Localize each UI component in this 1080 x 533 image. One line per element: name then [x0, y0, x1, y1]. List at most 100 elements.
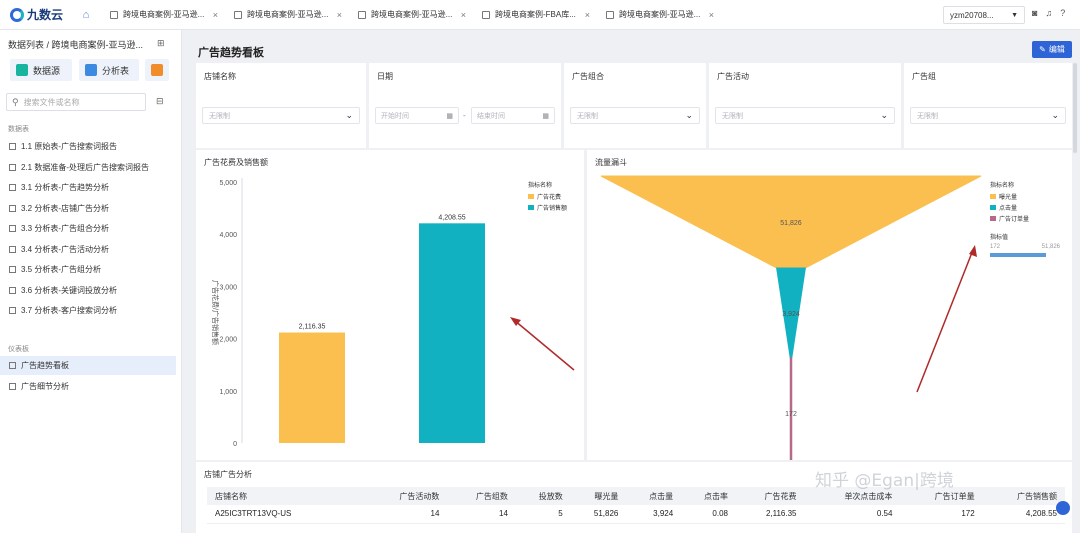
tab-5[interactable]: 跨境电商案例-亚马逊... ×	[598, 0, 722, 30]
sidebar-item-label: 2.1 数据准备-处理后广告搜索词报告	[21, 163, 150, 172]
store-dropdown[interactable]: 无限制 ⌄	[202, 107, 360, 124]
bell-icon[interactable]: ♫	[1045, 8, 1052, 18]
range-slider[interactable]	[990, 253, 1046, 257]
sidebar-item-3-6[interactable]: 3.6 分析表-关键词投放分析	[0, 281, 176, 300]
legend-item[interactable]: 广告销售额	[528, 203, 567, 212]
filter-icon[interactable]: ⊟	[156, 96, 164, 107]
sidebar-item-3-2[interactable]: 3.2 分析表-店铺广告分析	[0, 199, 176, 218]
breadcrumb[interactable]: 数据列表 / 跨境电商案例-亚马逊...	[8, 38, 143, 51]
chevron-down-icon: ▼	[1011, 11, 1018, 19]
dashboard-icon	[151, 64, 163, 76]
column-header[interactable]: 广告销售额	[982, 487, 1065, 505]
date-placeholder: 开始时间	[381, 112, 409, 120]
chevron-down-icon: ⌄	[1051, 110, 1059, 120]
help-icon[interactable]: ?	[1060, 8, 1065, 18]
file-icon	[482, 10, 490, 19]
sidebar-item-trend-dashboard[interactable]: 广告趋势看板	[0, 356, 176, 375]
collapse-sidebar-icon[interactable]: ⊞	[157, 38, 165, 49]
pencil-icon: ✎	[1039, 45, 1046, 54]
start-date-input[interactable]: 开始时间 ▦	[375, 107, 459, 124]
range-max: 51,826	[1041, 244, 1060, 250]
close-icon[interactable]: ×	[585, 10, 590, 20]
assistant-button[interactable]	[1056, 501, 1070, 515]
sidebar-item-3-4[interactable]: 3.4 分析表-广告活动分析	[0, 240, 176, 259]
legend-label: 曝光量	[999, 195, 1018, 201]
column-header[interactable]: 投放数	[515, 487, 571, 505]
y-tick-label: 2,000	[219, 337, 237, 344]
portfolio-dropdown[interactable]: 无限制 ⌄	[570, 107, 700, 124]
table-row[interactable]: A25IC3TRT13VQ-US 14 14 5 51,826 3,924 0.…	[207, 505, 1065, 524]
sidebar-item-3-1[interactable]: 3.1 分析表-广告趋势分析	[0, 178, 176, 197]
sidebar-item-1-1[interactable]: 1.1 原始表-广告搜索词报告	[0, 137, 176, 156]
analysis-button[interactable]: 分析表	[79, 59, 139, 81]
dashboard-icon	[9, 362, 16, 369]
column-header[interactable]: 店铺名称	[207, 487, 366, 505]
user-select[interactable]: yzm20708... ▼	[943, 6, 1025, 24]
date-separator: -	[463, 111, 466, 120]
close-icon[interactable]: ×	[213, 10, 218, 20]
file-icon	[234, 10, 242, 19]
table-cell: 4,208.55	[982, 505, 1065, 524]
table-cell: A25IC3TRT13VQ-US	[207, 505, 366, 524]
legend-item[interactable]: 广告订单量	[990, 214, 1060, 223]
column-header[interactable]: 曝光量	[570, 487, 627, 505]
tab-4[interactable]: 跨境电商案例-FBA库... ×	[474, 0, 598, 30]
sidebar-item-label: 3.2 分析表-店铺广告分析	[21, 204, 110, 213]
sidebar-item-3-3[interactable]: 3.3 分析表-广告组合分析	[0, 219, 176, 238]
legend-item[interactable]: 点击量	[990, 203, 1060, 212]
sidebar-item-detail-analysis[interactable]: 广告细节分析	[0, 377, 176, 396]
table-icon	[9, 164, 16, 171]
table-icon	[9, 184, 16, 191]
dropdown-placeholder: 无限制	[577, 112, 598, 120]
app-logo[interactable]: 九数云	[0, 6, 74, 23]
dashboard-button[interactable]	[145, 59, 169, 81]
table-icon	[9, 307, 16, 314]
close-icon[interactable]: ×	[461, 10, 466, 20]
table-cell: 14	[447, 505, 516, 524]
column-header[interactable]: 广告活动数	[365, 487, 448, 505]
bar-chart-panel: 广告花费及销售额 0 1,000 2,000 3,000 4,000 5,000 广告花费/…	[196, 150, 584, 460]
red-arrow	[916, 245, 977, 393]
logo-icon	[10, 7, 24, 22]
table-icon	[9, 225, 16, 232]
top-bar: 九数云 ⌂ 跨境电商案例-亚马逊... × 跨境电商案例-亚马逊... × 跨境电商…	[0, 0, 1080, 30]
campaign-dropdown[interactable]: 无限制 ⌄	[715, 107, 895, 124]
tab-3[interactable]: 跨境电商案例-亚马逊... ×	[350, 0, 474, 30]
sidebar-item-label: 3.3 分析表-广告组合分析	[21, 224, 110, 233]
sidebar-item-label: 3.4 分析表-广告活动分析	[21, 245, 110, 254]
column-header[interactable]: 广告组数	[447, 487, 516, 505]
tab-label: 跨境电商案例-亚马逊...	[619, 10, 701, 19]
edit-button[interactable]: ✎ 编辑	[1032, 41, 1072, 58]
legend-title: 指标名称	[528, 183, 553, 189]
table-cell: 14	[365, 505, 448, 524]
filter-label: 广告组合	[572, 72, 604, 81]
column-header[interactable]: 广告花费	[735, 487, 805, 505]
adgroup-dropdown[interactable]: 无限制 ⌄	[910, 107, 1066, 124]
column-header[interactable]: 点击量	[626, 487, 682, 505]
legend-swatch	[990, 216, 996, 221]
tab-2[interactable]: 跨境电商案例-亚马逊... ×	[226, 0, 350, 30]
legend-item[interactable]: 广告花费	[528, 192, 567, 201]
close-icon[interactable]: ×	[337, 10, 342, 20]
range-title: 指标值	[990, 235, 1009, 241]
logo-text: 九数云	[27, 8, 64, 22]
datasource-button[interactable]: 数据源	[10, 59, 72, 81]
close-icon[interactable]: ×	[709, 10, 714, 20]
sidebar-item-3-7[interactable]: 3.7 分析表-客户搜索词分析	[0, 301, 176, 320]
camera-icon[interactable]: ◙	[1032, 8, 1037, 18]
legend-swatch	[528, 205, 534, 210]
legend-item[interactable]: 曝光量	[990, 192, 1060, 201]
scrollbar[interactable]	[1073, 63, 1077, 153]
end-date-input[interactable]: 结束时间 ▦	[471, 107, 555, 124]
funnel-value-label: 3,924	[782, 311, 800, 318]
sidebar-item-2-1[interactable]: 2.1 数据准备-处理后广告搜索词报告	[0, 158, 176, 177]
calendar-icon: ▦	[446, 112, 453, 120]
column-header[interactable]: 点击率	[681, 487, 736, 505]
y-axis-label: 广告花费/广告销售额	[211, 280, 220, 345]
tab-1[interactable]: 跨境电商案例-亚马逊... ×	[102, 0, 226, 30]
search-input[interactable]: ⚲ 搜索文件或名称	[6, 93, 146, 111]
sidebar-item-3-5[interactable]: 3.5 分析表-广告组分析	[0, 260, 176, 279]
datasource-label: 数据源	[33, 65, 61, 76]
legend-label: 广告销售额	[537, 206, 568, 212]
home-icon[interactable]: ⌂	[74, 5, 98, 25]
